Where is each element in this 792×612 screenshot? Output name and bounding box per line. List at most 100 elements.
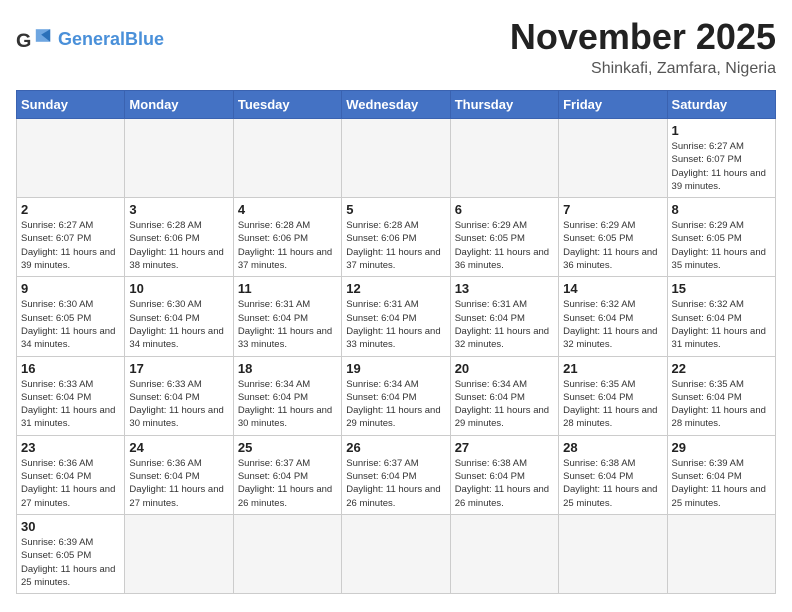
day-number: 5	[346, 202, 445, 217]
table-row	[233, 514, 341, 593]
day-info: Sunrise: 6:33 AMSunset: 6:04 PMDaylight:…	[21, 378, 120, 431]
day-info: Sunrise: 6:28 AMSunset: 6:06 PMDaylight:…	[129, 219, 228, 272]
calendar-week-row: 16 Sunrise: 6:33 AMSunset: 6:04 PMDayligh…	[17, 356, 776, 435]
table-row	[559, 514, 667, 593]
table-row: 11Sunrise: 6:31 AMSunset: 6:04 PMDayligh…	[233, 277, 341, 356]
logo-icon: G	[16, 22, 52, 58]
day-number: 6	[455, 202, 554, 217]
day-info: Sunrise: 6:30 AMSunset: 6:05 PMDaylight:…	[21, 298, 120, 351]
day-number: 28	[563, 440, 662, 455]
table-row	[125, 514, 233, 593]
day-info: Sunrise: 6:37 AMSunset: 6:04 PMDaylight:…	[346, 457, 445, 510]
day-info: Sunrise: 6:33 AMSunset: 6:04 PMDaylight:…	[129, 378, 228, 431]
day-number: 30	[21, 519, 120, 534]
day-number: 14	[563, 281, 662, 296]
day-number: 20	[455, 361, 554, 376]
calendar-week-row: 9 Sunrise: 6:30 AMSunset: 6:05 PMDaylight…	[17, 277, 776, 356]
table-row	[342, 514, 450, 593]
calendar-week-row: 23 Sunrise: 6:36 AMSunset: 6:04 PMDayligh…	[17, 435, 776, 514]
table-row	[233, 119, 341, 198]
day-number: 9	[21, 281, 120, 296]
table-row: 5 Sunrise: 6:28 AMSunset: 6:06 PMDaylight…	[342, 198, 450, 277]
day-number: 2	[21, 202, 120, 217]
location: Shinkafi, Zamfara, Nigeria	[510, 60, 776, 78]
table-row	[450, 119, 558, 198]
logo: G GeneralBlue	[16, 22, 164, 58]
day-number: 1	[672, 123, 771, 138]
weekday-header-row: Sunday Monday Tuesday Wednesday Thursday…	[17, 91, 776, 119]
day-info: Sunrise: 6:34 AMSunset: 6:04 PMDaylight:…	[346, 378, 445, 431]
table-row: 19Sunrise: 6:34 AMSunset: 6:04 PMDayligh…	[342, 356, 450, 435]
table-row: 29Sunrise: 6:39 AMSunset: 6:04 PMDayligh…	[667, 435, 775, 514]
day-number: 27	[455, 440, 554, 455]
day-number: 15	[672, 281, 771, 296]
day-number: 16	[21, 361, 120, 376]
day-info: Sunrise: 6:36 AMSunset: 6:04 PMDaylight:…	[129, 457, 228, 510]
table-row: 10 Sunrise: 6:30 AMSunset: 6:04 PMDayligh…	[125, 277, 233, 356]
day-number: 10	[129, 281, 228, 296]
day-info: Sunrise: 6:34 AMSunset: 6:04 PMDaylight:…	[455, 378, 554, 431]
table-row	[17, 119, 125, 198]
day-number: 13	[455, 281, 554, 296]
table-row: 8Sunrise: 6:29 AMSunset: 6:05 PMDaylight…	[667, 198, 775, 277]
day-info: Sunrise: 6:39 AMSunset: 6:05 PMDaylight:…	[21, 536, 120, 589]
day-number: 18	[238, 361, 337, 376]
day-info: Sunrise: 6:38 AMSunset: 6:04 PMDaylight:…	[455, 457, 554, 510]
header-saturday: Saturday	[667, 91, 775, 119]
table-row: 14 Sunrise: 6:32 AMSunset: 6:04 PMDayligh…	[559, 277, 667, 356]
table-row: 26 Sunrise: 6:37 AMSunset: 6:04 PMDayligh…	[342, 435, 450, 514]
table-row: 16 Sunrise: 6:33 AMSunset: 6:04 PMDayligh…	[17, 356, 125, 435]
day-info: Sunrise: 6:31 AMSunset: 6:04 PMDaylight:…	[455, 298, 554, 351]
table-row	[667, 514, 775, 593]
table-row: 28 Sunrise: 6:38 AMSunset: 6:04 PMDayligh…	[559, 435, 667, 514]
header-tuesday: Tuesday	[233, 91, 341, 119]
table-row: 12 Sunrise: 6:31 AMSunset: 6:04 PMDayligh…	[342, 277, 450, 356]
day-info: Sunrise: 6:30 AMSunset: 6:04 PMDaylight:…	[129, 298, 228, 351]
table-row: 27 Sunrise: 6:38 AMSunset: 6:04 PMDayligh…	[450, 435, 558, 514]
header-monday: Monday	[125, 91, 233, 119]
day-number: 12	[346, 281, 445, 296]
day-info: Sunrise: 6:27 AMSunset: 6:07 PMDaylight:…	[21, 219, 120, 272]
table-row: 30 Sunrise: 6:39 AMSunset: 6:05 PMDayligh…	[17, 514, 125, 593]
page-header: G GeneralBlue November 2025 Shinkafi, Za…	[16, 16, 776, 78]
day-info: Sunrise: 6:29 AMSunset: 6:05 PMDaylight:…	[672, 219, 771, 272]
day-number: 3	[129, 202, 228, 217]
day-info: Sunrise: 6:28 AMSunset: 6:06 PMDaylight:…	[346, 219, 445, 272]
table-row: 22Sunrise: 6:35 AMSunset: 6:04 PMDayligh…	[667, 356, 775, 435]
table-row: 9 Sunrise: 6:30 AMSunset: 6:05 PMDaylight…	[17, 277, 125, 356]
day-number: 17	[129, 361, 228, 376]
day-info: Sunrise: 6:31 AMSunset: 6:04 PMDaylight:…	[238, 298, 337, 351]
day-info: Sunrise: 6:38 AMSunset: 6:04 PMDaylight:…	[563, 457, 662, 510]
calendar: Sunday Monday Tuesday Wednesday Thursday…	[16, 90, 776, 594]
table-row: 7Sunrise: 6:29 AMSunset: 6:05 PMDaylight…	[559, 198, 667, 277]
table-row	[125, 119, 233, 198]
calendar-week-row: 30 Sunrise: 6:39 AMSunset: 6:05 PMDayligh…	[17, 514, 776, 593]
logo-text: GeneralBlue	[58, 30, 164, 50]
day-info: Sunrise: 6:31 AMSunset: 6:04 PMDaylight:…	[346, 298, 445, 351]
day-number: 26	[346, 440, 445, 455]
logo-blue: Blue	[125, 29, 164, 49]
day-info: Sunrise: 6:32 AMSunset: 6:04 PMDaylight:…	[563, 298, 662, 351]
day-info: Sunrise: 6:28 AMSunset: 6:06 PMDaylight:…	[238, 219, 337, 272]
day-number: 25	[238, 440, 337, 455]
header-sunday: Sunday	[17, 91, 125, 119]
header-thursday: Thursday	[450, 91, 558, 119]
table-row: 24Sunrise: 6:36 AMSunset: 6:04 PMDayligh…	[125, 435, 233, 514]
table-row: 2 Sunrise: 6:27 AMSunset: 6:07 PMDaylight…	[17, 198, 125, 277]
table-row: 21Sunrise: 6:35 AMSunset: 6:04 PMDayligh…	[559, 356, 667, 435]
table-row: 17 Sunrise: 6:33 AMSunset: 6:04 PMDayligh…	[125, 356, 233, 435]
table-row	[342, 119, 450, 198]
day-number: 23	[21, 440, 120, 455]
table-row: 20 Sunrise: 6:34 AMSunset: 6:04 PMDayligh…	[450, 356, 558, 435]
day-info: Sunrise: 6:39 AMSunset: 6:04 PMDaylight:…	[672, 457, 771, 510]
header-wednesday: Wednesday	[342, 91, 450, 119]
calendar-week-row: 2 Sunrise: 6:27 AMSunset: 6:07 PMDaylight…	[17, 198, 776, 277]
svg-text:G: G	[16, 30, 31, 52]
table-row: 15Sunrise: 6:32 AMSunset: 6:04 PMDayligh…	[667, 277, 775, 356]
day-info: Sunrise: 6:29 AMSunset: 6:05 PMDaylight:…	[563, 219, 662, 272]
table-row	[559, 119, 667, 198]
day-info: Sunrise: 6:36 AMSunset: 6:04 PMDaylight:…	[21, 457, 120, 510]
day-info: Sunrise: 6:35 AMSunset: 6:04 PMDaylight:…	[672, 378, 771, 431]
day-info: Sunrise: 6:27 AMSunset: 6:07 PMDaylight:…	[672, 140, 771, 193]
table-row: 25Sunrise: 6:37 AMSunset: 6:04 PMDayligh…	[233, 435, 341, 514]
